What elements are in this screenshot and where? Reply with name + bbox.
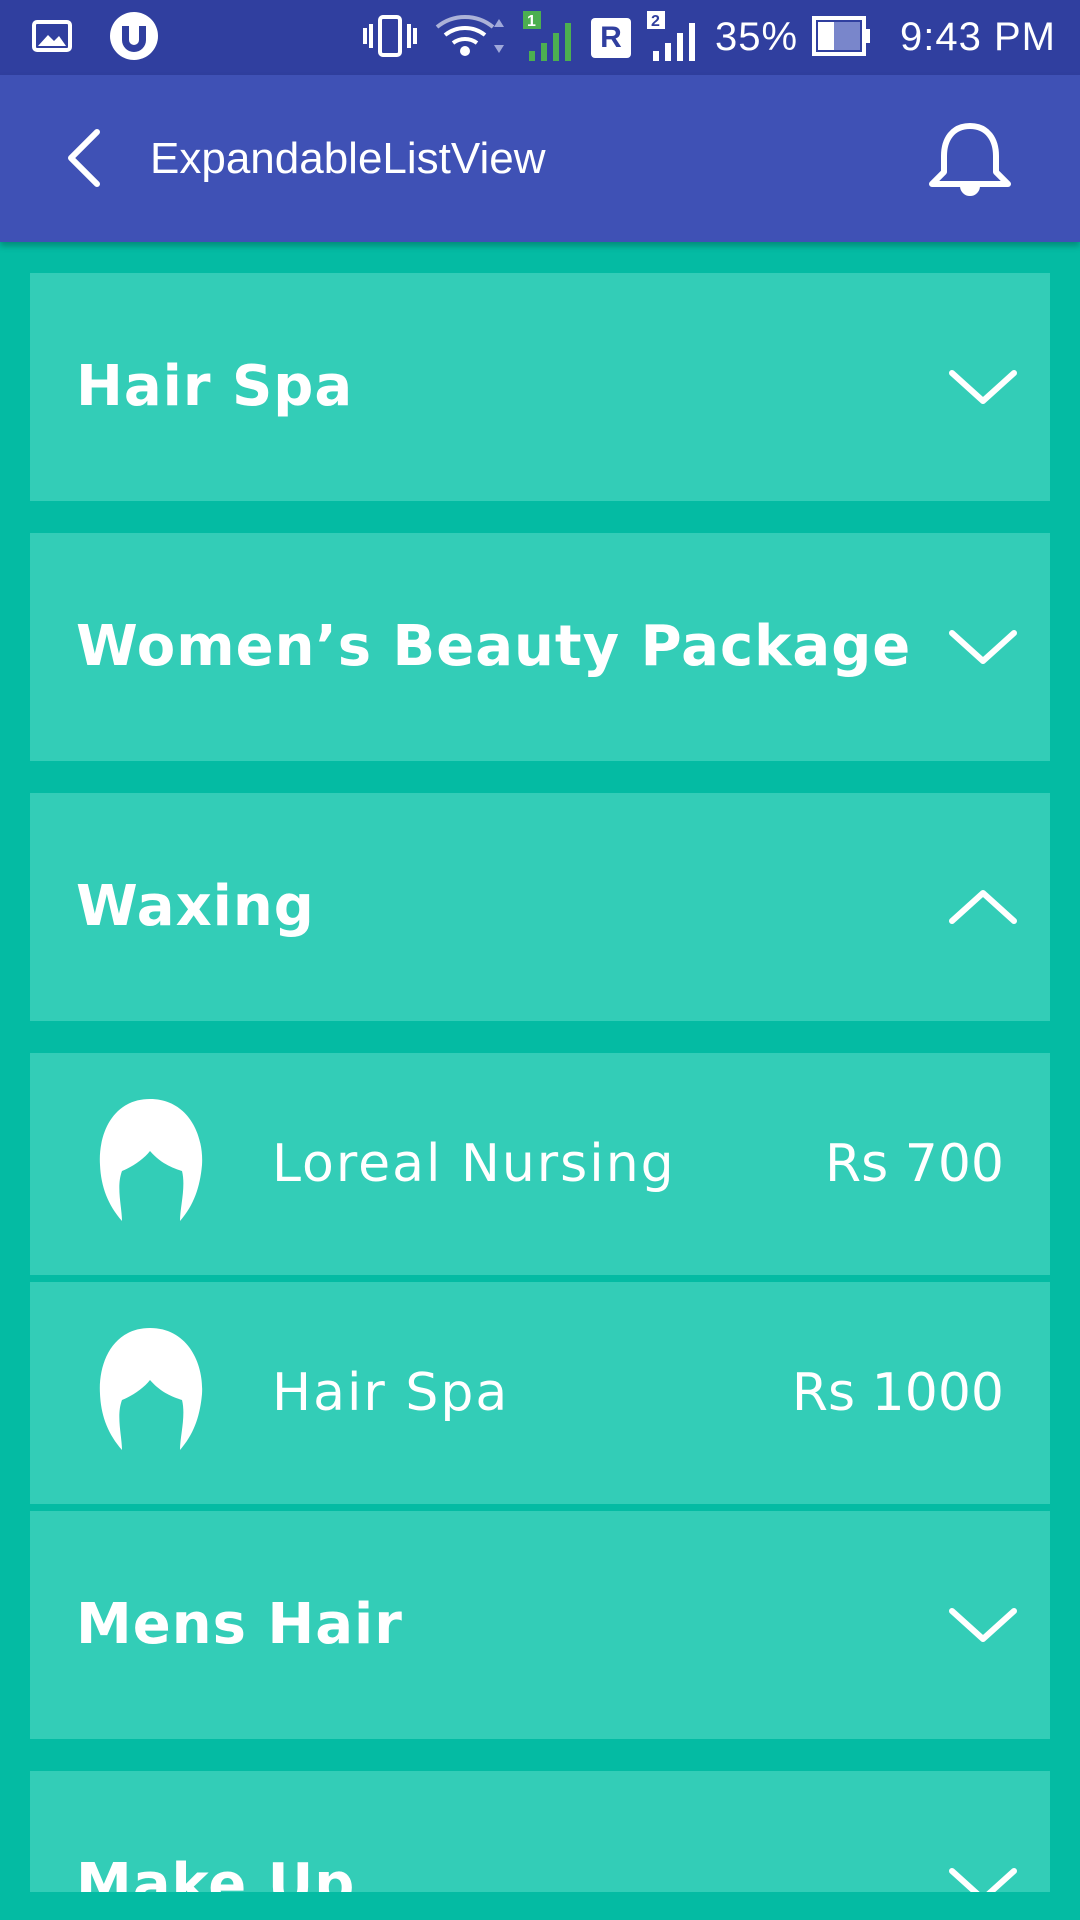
child-row-hair-spa[interactable]: Hair Spa Rs 1000	[30, 1282, 1050, 1504]
hair-icon	[99, 1328, 203, 1450]
child-price: Rs 1000	[791, 1363, 1004, 1423]
bottom-edge	[0, 1892, 1080, 1920]
child-row-loreal-nursing[interactable]: Loreal Nursing Rs 700	[30, 1053, 1050, 1275]
group-title: Make Up	[76, 1852, 356, 1892]
bell-icon	[929, 123, 1011, 196]
child-name: Loreal Nursing	[272, 1134, 676, 1194]
chevron-down-icon	[949, 1608, 1017, 1642]
sim2-label: 2	[651, 13, 660, 30]
signal-sim2-icon: 2	[645, 9, 701, 67]
group-header-womens-beauty-package[interactable]: Women’s Beauty Package	[30, 533, 1050, 761]
group-title: Waxing	[76, 874, 315, 939]
chevron-down-icon	[949, 370, 1017, 404]
status-right-icons: 1 R 2 35% 9:43 PM	[361, 10, 1056, 65]
wifi-icon	[433, 13, 507, 63]
screen: 1 R 2 35% 9:43 PM ExpandableListView Hai…	[0, 0, 1080, 1920]
battery-icon	[812, 15, 872, 61]
group-header-waxing[interactable]: Waxing	[30, 793, 1050, 1021]
chevron-down-icon	[949, 630, 1017, 664]
hair-icon	[99, 1099, 203, 1221]
vibrate-icon	[361, 14, 419, 62]
group-title: Hair Spa	[76, 354, 354, 419]
group-title: Women’s Beauty Package	[76, 614, 912, 679]
status-bar: 1 R 2 35% 9:43 PM	[0, 0, 1080, 75]
group-title: Mens Hair	[76, 1592, 403, 1657]
group-header-hair-spa[interactable]: Hair Spa	[30, 273, 1050, 501]
status-left-icons	[32, 10, 160, 65]
back-button[interactable]	[48, 123, 118, 193]
chevron-up-icon	[949, 890, 1017, 924]
back-arrow-icon	[68, 129, 100, 187]
chevron-down-icon	[949, 1868, 1017, 1892]
expandable-list[interactable]: Hair Spa Women’s Beauty Package Waxing L…	[0, 242, 1080, 1892]
group-header-make-up[interactable]: Make Up	[30, 1771, 1050, 1892]
clock: 9:43 PM	[900, 15, 1056, 59]
group-header-mens-hair[interactable]: Mens Hair	[30, 1511, 1050, 1739]
child-name: Hair Spa	[272, 1363, 510, 1423]
battery-percent: 35%	[714, 15, 799, 59]
signal-sim1-icon: 1	[521, 9, 577, 67]
page-title: ExpandableListView	[150, 134, 546, 183]
app-bar: ExpandableListView	[0, 75, 1080, 242]
sim1-label: 1	[527, 13, 536, 30]
gallery-notification-icon	[32, 19, 72, 57]
notifications-button[interactable]	[920, 115, 1020, 205]
utorrent-notification-icon	[108, 10, 160, 66]
roaming-badge: R	[590, 17, 631, 58]
child-price: Rs 700	[824, 1134, 1004, 1194]
